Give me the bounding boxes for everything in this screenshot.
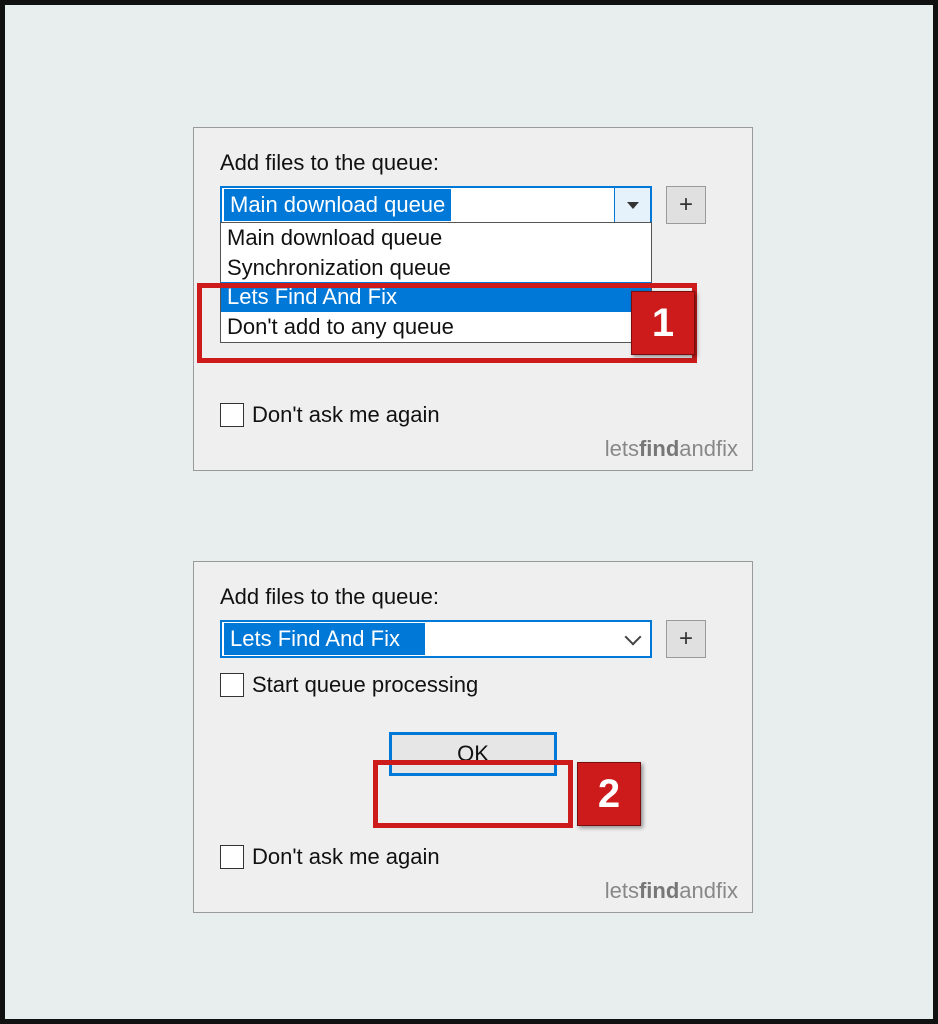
chevron-down-icon[interactable]	[614, 622, 650, 656]
combo-row: Main download queue +	[220, 186, 726, 224]
watermark: letsfindandfix	[605, 436, 738, 462]
queue-combobox-value: Lets Find And Fix	[224, 623, 425, 656]
dropdown-option-letsfindandfix[interactable]: Lets Find And Fix	[221, 282, 651, 312]
queue-dialog-open: Add files to the queue: Main download qu…	[193, 127, 753, 471]
chevron-down-icon[interactable]	[614, 188, 650, 222]
dont-ask-row: Don't ask me again	[220, 402, 440, 428]
queue-dialog-closed: Add files to the queue: Lets Find And Fi…	[193, 561, 753, 913]
dropdown-option-main[interactable]: Main download queue	[221, 223, 651, 253]
queue-label: Add files to the queue:	[220, 150, 726, 176]
queue-dropdown-list[interactable]: Main download queue Synchronization queu…	[220, 222, 652, 343]
queue-label: Add files to the queue:	[220, 584, 726, 610]
queue-combobox[interactable]: Main download queue	[220, 186, 652, 224]
start-queue-row: Start queue processing	[220, 672, 726, 698]
add-queue-button[interactable]: +	[666, 620, 706, 658]
queue-combobox[interactable]: Lets Find And Fix	[220, 620, 652, 658]
dont-ask-row: Don't ask me again	[220, 844, 440, 870]
dont-ask-label: Don't ask me again	[252, 844, 440, 870]
watermark: letsfindandfix	[605, 878, 738, 904]
plus-icon: +	[679, 191, 693, 219]
dont-ask-checkbox[interactable]	[220, 845, 244, 869]
add-queue-button[interactable]: +	[666, 186, 706, 224]
ok-row: OK	[220, 732, 726, 776]
screenshot-canvas: Add files to the queue: Main download qu…	[0, 0, 938, 1024]
plus-icon: +	[679, 625, 693, 653]
combo-row: Lets Find And Fix +	[220, 620, 726, 658]
start-queue-label: Start queue processing	[252, 672, 478, 698]
ok-button[interactable]: OK	[389, 732, 557, 776]
dropdown-option-none[interactable]: Don't add to any queue	[221, 312, 651, 342]
start-queue-checkbox[interactable]	[220, 673, 244, 697]
dont-ask-label: Don't ask me again	[252, 402, 440, 428]
dropdown-option-sync[interactable]: Synchronization queue	[221, 253, 651, 283]
dont-ask-checkbox[interactable]	[220, 403, 244, 427]
queue-combobox-value: Main download queue	[224, 189, 451, 222]
